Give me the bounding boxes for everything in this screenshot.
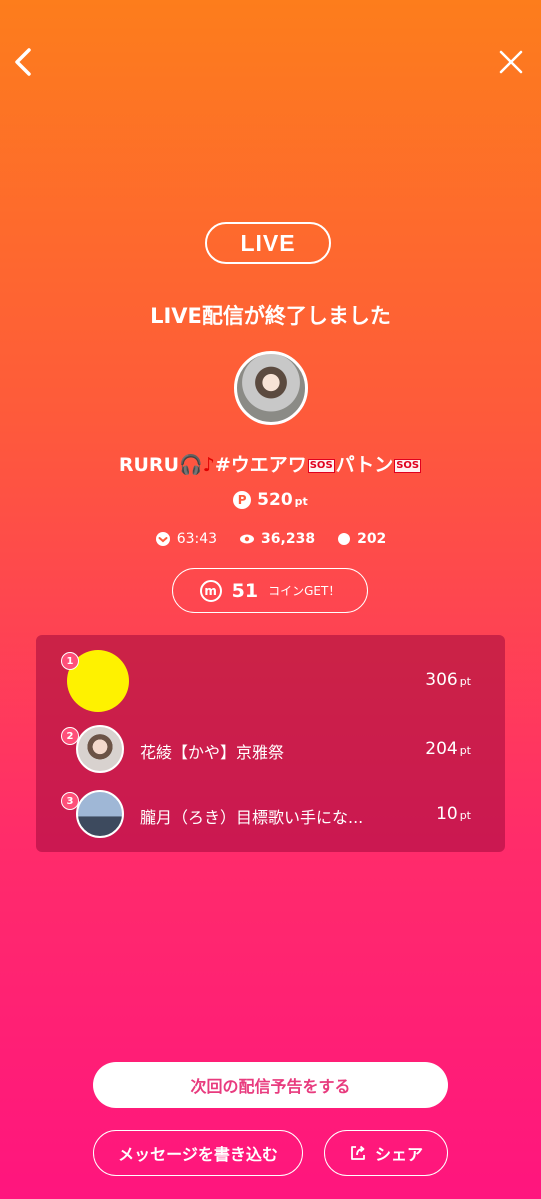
streamer-avatar[interactable] [234,351,308,425]
headphones-icon: 🎧 [179,454,203,476]
sos-icon: SOS [307,458,335,473]
ranking-row-2[interactable]: 2 花綾【かや】京雅祭 204 pt [36,725,505,785]
stream-title: RURU🎧♪#ウエアワ SOS パトン SOS [0,450,541,477]
coin-count: 51 [231,579,259,602]
music-note-icon: ♪ [202,454,215,476]
avatar [76,790,124,838]
ranking-points: 204 pt [425,739,471,759]
share-button[interactable]: シェア [324,1130,448,1176]
viewers-stat: 36,238 [239,531,315,547]
chevron-left-icon [15,48,31,76]
ranking-name: 朧月（ろき）目標歌い手にな... [140,808,364,827]
close-button[interactable] [491,42,531,82]
live-badge: LIVE [205,222,331,264]
ranking-points: 306 pt [425,670,471,690]
rank-badge: 1 [61,652,79,670]
clock-icon [155,532,170,546]
total-points: P 520 pt [0,490,541,510]
close-icon [499,50,523,74]
avatar [76,725,124,773]
back-button[interactable] [4,42,44,82]
gift-ranking-list: 1 306 pt 2 花綾【かや】京雅祭 204 pt 3 朧月（ろき）目標歌い手に… [36,635,505,852]
schedule-next-stream-button[interactable]: 次回の配信予告をする [93,1062,448,1108]
ranking-points: 10 pt [436,804,471,824]
coin-label: コインGET！ [268,584,341,598]
ranking-row-1[interactable]: 1 306 pt [36,650,505,712]
title-middle: #ウエアワ [214,454,307,476]
rank-badge: 2 [61,727,79,745]
stream-ended-message: LIVE配信が終了しました [150,304,391,328]
share-icon [351,1145,365,1160]
comment-bubble-icon [338,533,351,545]
points-icon: P [233,491,252,509]
eye-icon [240,534,255,544]
ranking-name: 花綾【かや】京雅祭 [140,743,285,762]
title-prefix: RURU [118,454,179,476]
sos-icon: SOS [394,458,422,473]
ranking-row-3[interactable]: 3 朧月（ろき）目標歌い手にな... 10 pt [36,790,505,850]
comments-stat: 202 [337,531,386,547]
coin-icon: m [199,579,222,602]
title-after-sos: パトン [335,454,394,476]
coins-earned-pill: m 51 コインGET！ [172,568,368,613]
write-message-button[interactable]: メッセージを書き込む [93,1130,303,1176]
rank-badge: 3 [61,792,79,810]
points-value: 520 pt [257,490,308,510]
stream-stats: 63:43 36,238 202 [0,531,541,547]
duration-stat: 63:43 [155,531,217,547]
